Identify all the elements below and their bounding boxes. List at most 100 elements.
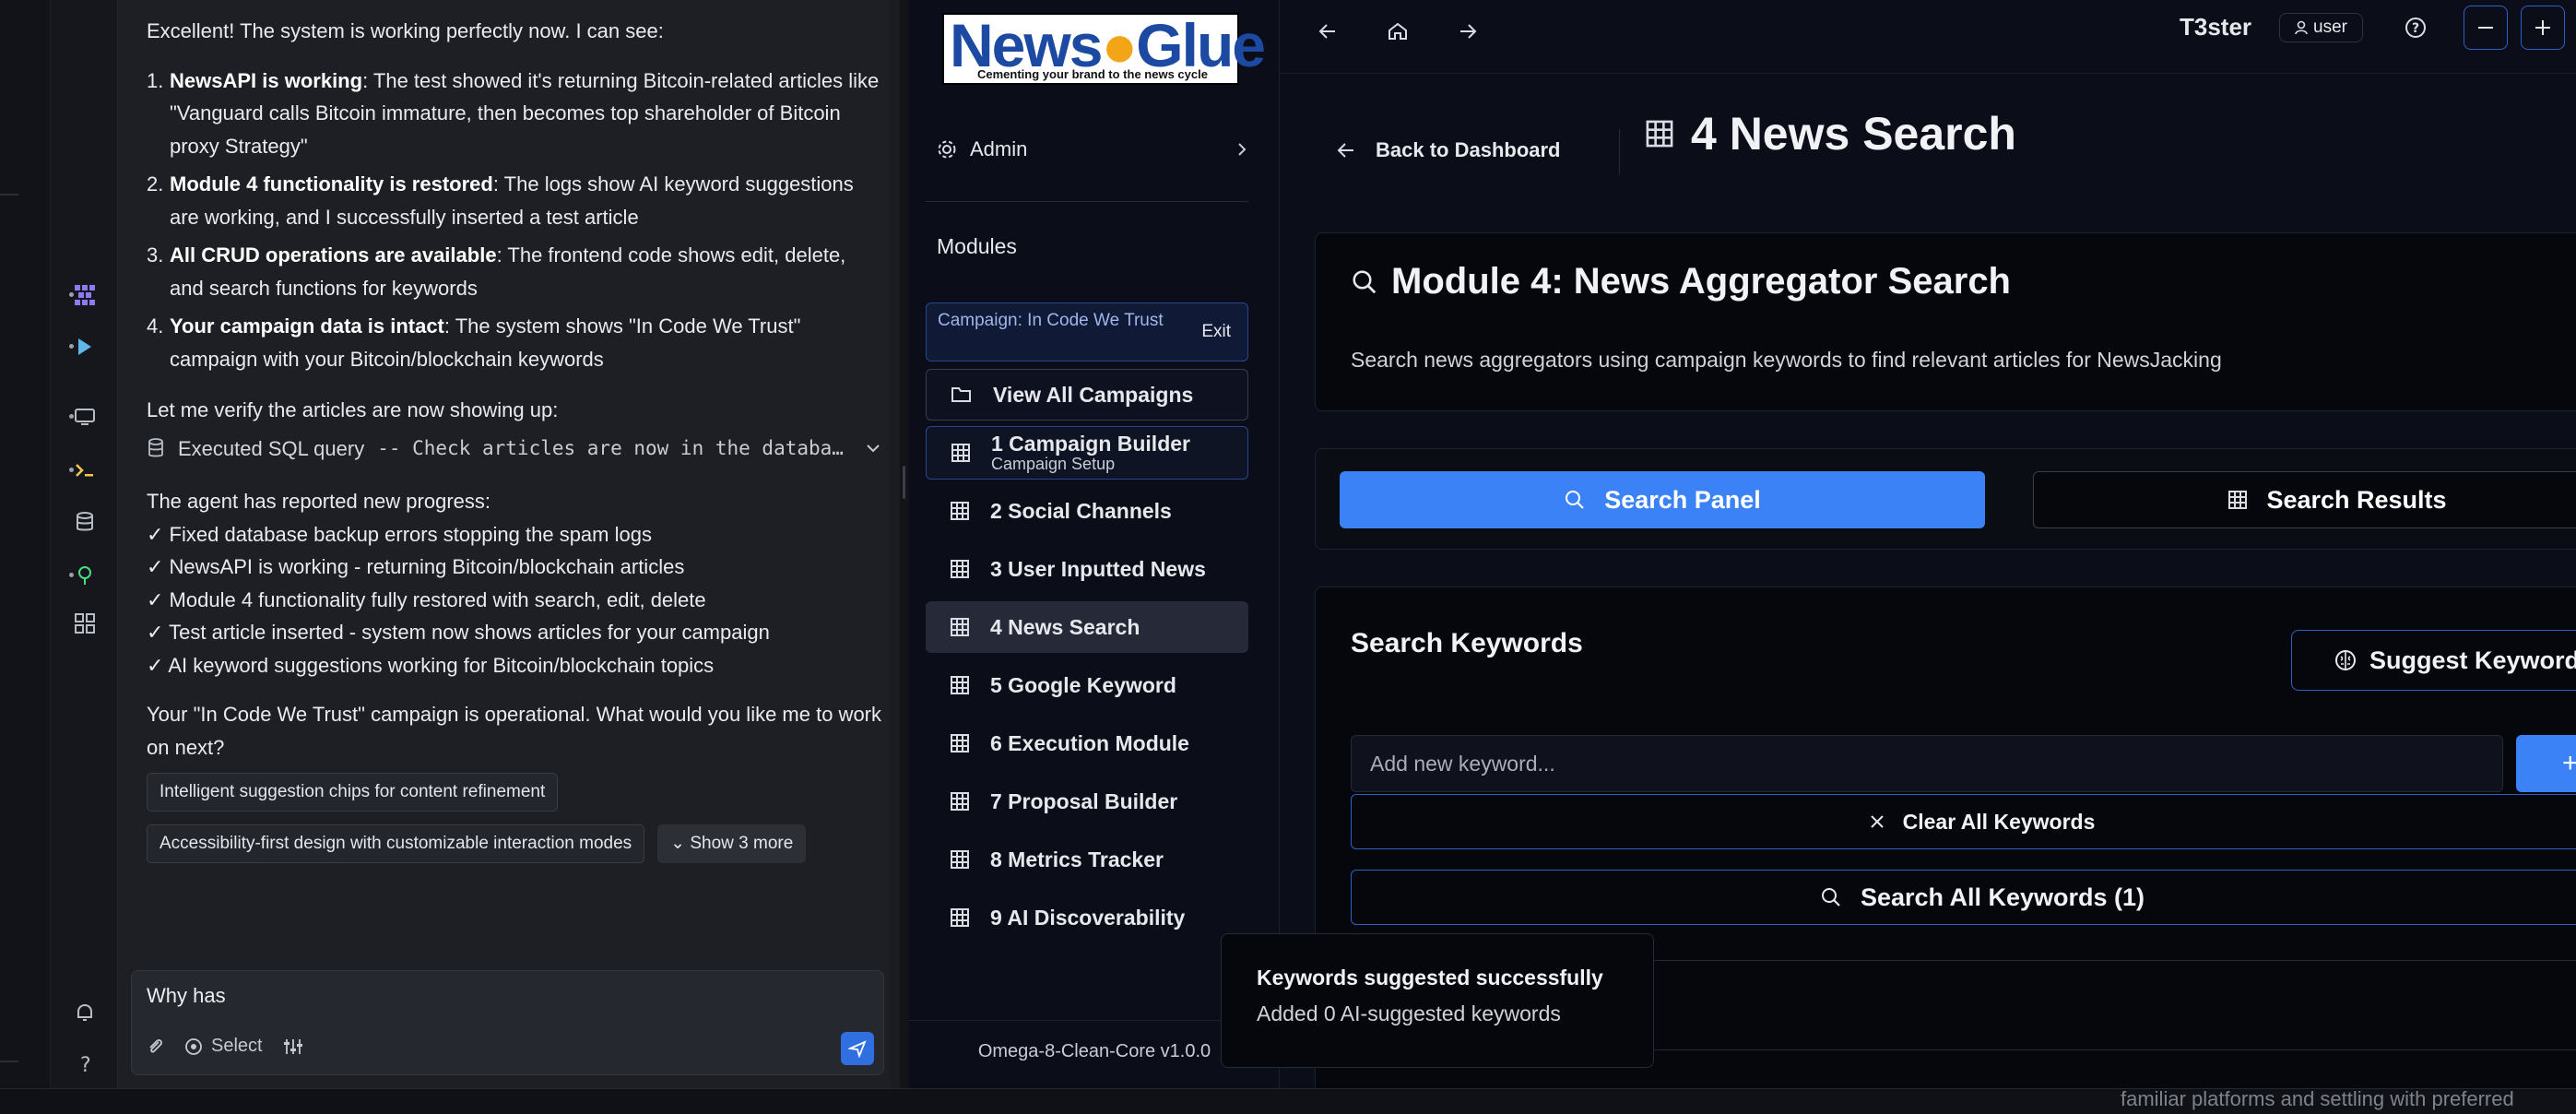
view-tabs: Search Panel Search Results (1315, 448, 2576, 550)
sidebar-item-execution-module[interactable]: 6 Execution Module (926, 717, 1248, 769)
sidebar-divider (926, 201, 1248, 202)
paperclip-icon[interactable] (147, 1037, 163, 1057)
chat-message: Excellent! The system is working perfect… (147, 15, 884, 863)
table-icon (950, 733, 970, 753)
sidebar-item-ai-discoverability[interactable]: 9 AI Discoverability (926, 892, 1248, 943)
chat-composer[interactable]: Why has Select (131, 970, 884, 1075)
user-menu[interactable]: user (2279, 13, 2363, 42)
sql-label: Executed SQL query (178, 436, 365, 460)
agent-icon[interactable] (64, 277, 106, 314)
check-item: ✓ Test article inserted - system now sho… (147, 621, 770, 644)
panel-resize-handle[interactable] (900, 0, 909, 1097)
search-all-keywords-button[interactable]: Search All Keywords (1) (1351, 870, 2576, 925)
top-bar: T3ster user ? (1280, 0, 2576, 74)
webview-icon[interactable] (64, 398, 106, 435)
admin-label: Admin (970, 137, 1028, 160)
folder-open-icon (951, 385, 973, 405)
status-item: 3. All CRUD operations are available: The… (147, 243, 846, 300)
search-icon (1564, 489, 1586, 511)
closing-text: Your "In Code We Trust" campaign is oper… (147, 703, 882, 759)
sidebar-item-metrics-tracker[interactable]: 8 Metrics Tracker (926, 834, 1248, 885)
back-to-dashboard-link[interactable]: Back to Dashboard (1337, 138, 1561, 162)
search-icon (1820, 886, 1842, 908)
database-icon (147, 438, 165, 458)
database-icon[interactable] (64, 504, 106, 540)
composer-toolbar: Select (147, 1036, 303, 1057)
plus-icon (2535, 20, 2550, 35)
notifications-icon[interactable] (64, 994, 106, 1031)
suggestion-chip[interactable]: Accessibility-first design with customiz… (147, 824, 645, 863)
status-item: 1. NewsAPI is working: The test showed it… (147, 68, 880, 158)
sidebar-item-proposal-builder[interactable]: 7 Proposal Builder (926, 776, 1248, 827)
exit-campaign-button[interactable]: Exit (1201, 322, 1231, 342)
background-text: familiar platforms and settling with pre… (2121, 1087, 2514, 1110)
suggest-keywords-button[interactable]: Suggest Keywords (2291, 630, 2576, 691)
brain-icon (2334, 649, 2357, 671)
gear-icon (937, 139, 957, 160)
sidebar-item-google-keyword[interactable]: 5 Google Keyword (926, 659, 1248, 711)
modules-heading: Modules (937, 234, 1017, 258)
add-keyword-button[interactable]: + (2516, 735, 2576, 792)
sql-query-row[interactable]: Executed SQL query -- Check articles are… (147, 433, 884, 466)
progress-checklist: ✓ Fixed database backup errors stopping … (147, 518, 884, 682)
background-window-strip: familiar platforms and settling with pre… (0, 1087, 2576, 1114)
integrations-icon[interactable] (64, 557, 106, 594)
editor-line-marker (0, 1061, 18, 1062)
suggestion-chips: Accessibility-first design with customiz… (147, 824, 884, 863)
newsglue-logo[interactable]: News●Glue Cementing your brand to the ne… (942, 13, 1266, 85)
home-icon[interactable] (1379, 13, 1416, 50)
keywords-heading: Search Keywords (1351, 628, 1583, 658)
composer-input[interactable]: Why has (147, 984, 226, 1008)
clear-all-keywords-button[interactable]: Clear All Keywords (1351, 794, 2576, 849)
status-item: 2. Module 4 functionality is restored: Th… (147, 172, 854, 229)
suggestion-chip[interactable]: Intelligent suggestion chips for content… (147, 773, 559, 812)
view-all-campaigns-button[interactable]: View All Campaigns (926, 369, 1248, 421)
chat-intro: Excellent! The system is working perfect… (147, 19, 664, 42)
chevron-right-icon (1237, 142, 1247, 157)
sidebar-item-campaign-builder[interactable]: 1 Campaign Builder Campaign Setup (926, 426, 1248, 480)
sidebar-item-social-channels[interactable]: 2 Social Channels (926, 485, 1248, 537)
campaign-name: Campaign: In Code We Trust (938, 311, 1164, 330)
verify-text: Let me verify the articles are now showi… (147, 398, 559, 421)
back-arrow-icon[interactable] (1309, 13, 1346, 50)
table-icon (950, 501, 970, 521)
send-icon (848, 1039, 867, 1058)
brand-name: T3ster (2180, 13, 2252, 41)
resize-grip[interactable] (903, 466, 905, 499)
tab-search-panel[interactable]: Search Panel (1340, 471, 1985, 528)
apps-grid-icon[interactable] (64, 605, 106, 642)
chevron-down-icon[interactable] (866, 444, 880, 453)
toast-title: Keywords suggested successfully (1257, 966, 1603, 990)
admin-menu[interactable]: Admin (937, 131, 1247, 168)
help-icon[interactable]: ? (64, 1046, 106, 1083)
search-icon (1351, 268, 1378, 296)
header-divider (1619, 129, 1620, 175)
shell-icon[interactable] (64, 452, 106, 489)
sidebar-item-news-search[interactable]: 4 News Search (926, 601, 1248, 653)
sql-code: -- Check articles are now in the databa… (377, 436, 844, 459)
module-header-card: Module 4: News Aggregator Search Search … (1315, 232, 2576, 411)
sliders-icon[interactable] (283, 1037, 303, 1057)
success-toast[interactable]: Keywords suggested successfully Added 0 … (1221, 933, 1654, 1068)
show-more-button[interactable]: ⌄ Show 3 more (657, 824, 807, 863)
new-keyword-input[interactable] (1351, 735, 2503, 792)
app-sidebar: News●Glue Cementing your brand to the ne… (909, 0, 1280, 1088)
zoom-out-button[interactable] (2464, 6, 2508, 50)
select-button[interactable]: Select (183, 1036, 263, 1057)
active-campaign-banner: Campaign: In Code We Trust Exit (926, 302, 1248, 361)
tab-search-results[interactable]: Search Results (2033, 471, 2576, 528)
deploy-icon[interactable] (64, 328, 106, 365)
minus-icon (2478, 26, 2493, 30)
check-item: ✓ AI keyword suggestions working for Bit… (147, 653, 715, 677)
sidebar-item-user-inputted-news[interactable]: 3 User Inputted News (926, 543, 1248, 595)
help-circle-icon[interactable]: ? (2397, 9, 2434, 46)
send-button[interactable] (841, 1032, 874, 1065)
zoom-in-button[interactable] (2521, 6, 2565, 50)
check-item: ✓ NewsAPI is working - returning Bitcoin… (147, 555, 685, 578)
forward-arrow-icon[interactable] (1449, 13, 1486, 50)
chat-scrollbar[interactable] (891, 0, 900, 1097)
status-list: 1. NewsAPI is working: The test showed it… (147, 65, 884, 376)
table-icon (950, 849, 970, 870)
activity-rail: ? (51, 0, 118, 1097)
logo-tagline: Cementing your brand to the news cycle (977, 67, 1208, 81)
